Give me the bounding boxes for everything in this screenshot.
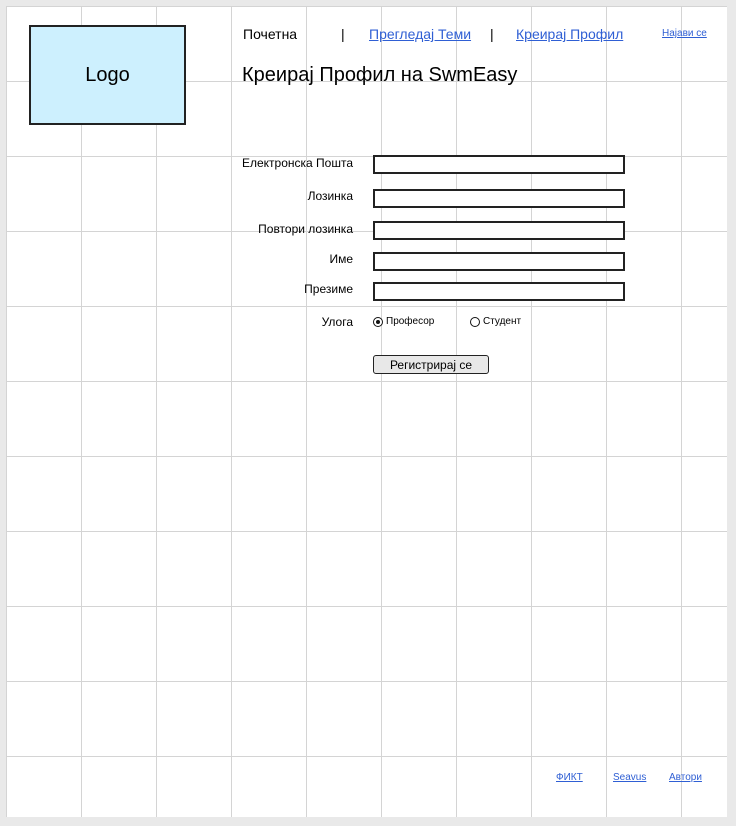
last-name-field[interactable] <box>373 282 625 302</box>
logo-text: Logo <box>85 63 130 86</box>
footer-link-label[interactable]: Автори <box>669 772 702 783</box>
footer-link-fikt[interactable]: ФИКТ <box>556 772 583 783</box>
footer-link-authors[interactable]: Автори <box>669 772 702 783</box>
role-option-professor[interactable]: Професор <box>373 316 434 327</box>
last-name-input[interactable] <box>375 286 623 302</box>
repeat-password-field[interactable] <box>373 221 625 241</box>
nav-browse-topics-link[interactable]: Прегледај Теми <box>369 26 471 42</box>
footer-link-label[interactable]: ФИКТ <box>556 772 583 783</box>
nav-login-link[interactable]: Најави се <box>662 28 707 39</box>
password-label: Лозинка <box>307 189 353 203</box>
radio-unselected-icon[interactable] <box>470 316 480 327</box>
nav-create-profile[interactable]: Креирај Профил <box>516 26 623 42</box>
nav-separator: | <box>341 26 345 42</box>
role-option-label: Студент <box>483 316 522 327</box>
email-label: Електронска Пошта <box>241 156 353 170</box>
email-field[interactable] <box>373 155 625 175</box>
role-label: Улога <box>321 315 353 329</box>
nav-home-label: Почетна <box>243 26 298 42</box>
last-name-label: Презиме <box>304 282 353 296</box>
password-input[interactable] <box>375 193 623 209</box>
role-option-label: Професор <box>386 316 435 327</box>
nav-create-profile-link[interactable]: Креирај Профил <box>516 26 623 42</box>
password-field[interactable] <box>373 189 625 209</box>
repeat-password-input[interactable] <box>375 225 623 241</box>
first-name-field[interactable] <box>373 252 625 272</box>
repeat-password-label: Повтори лозинка <box>258 222 353 236</box>
radio-selected-icon[interactable] <box>373 316 383 327</box>
first-name-input[interactable] <box>375 256 623 272</box>
nav-browse-topics[interactable]: Прегледај Теми <box>369 26 471 42</box>
footer-link-seavus[interactable]: Seavus <box>613 772 646 783</box>
first-name-label: Име <box>329 252 353 266</box>
nav-separator: | <box>490 26 494 42</box>
register-button[interactable]: Регистрирај се <box>373 355 489 374</box>
footer-link-label[interactable]: Seavus <box>613 772 646 783</box>
register-button-label: Регистрирај се <box>389 357 473 372</box>
email-input[interactable] <box>375 159 623 175</box>
nav-home[interactable]: Почетна <box>243 26 297 42</box>
nav-login[interactable]: Најави се <box>662 28 707 39</box>
logo: Logo <box>29 25 186 125</box>
page-canvas: Logo Почетна | Прегледај Теми | Креирај … <box>6 6 727 817</box>
page-title: Креирај Профил на SwmEasy <box>242 64 518 86</box>
role-option-student[interactable]: Студент <box>470 316 521 327</box>
